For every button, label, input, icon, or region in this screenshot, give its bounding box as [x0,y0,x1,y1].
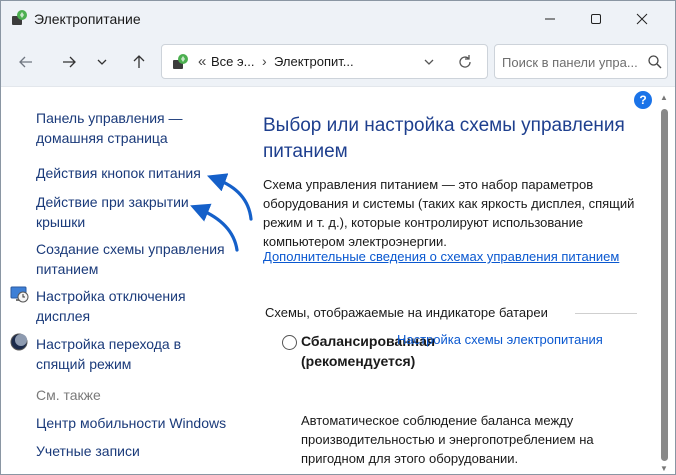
help-icon[interactable]: ? [634,91,652,109]
sidebar-link-sleep[interactable]: Настройка перехода в спящий режим [36,334,211,374]
window-title: Электропитание [34,11,141,27]
plan-description: Автоматическое соблюдение баланса между … [301,413,594,466]
more-info-link[interactable]: Дополнительные сведения о схемах управле… [263,249,643,265]
refresh-icon[interactable] [456,53,474,71]
maximize-button[interactable] [573,1,619,37]
see-also-link-user-accounts[interactable]: Учетные записи [36,441,140,461]
section-title: Схемы, отображаемые на индикаторе батаре… [265,305,548,320]
search-placeholder: Поиск в панели упра... [502,55,638,70]
back-button[interactable] [13,49,39,75]
maximize-icon [591,14,601,24]
moon-icon [10,333,28,351]
scrollbar[interactable]: ▲ ▼ [657,87,672,474]
sidebar-link-lid-close[interactable]: Действие при закрытии крышки [36,192,201,232]
plan-name[interactable]: Сбалансированная (рекомендуется) [301,331,435,371]
annotation-arrow-1 [207,173,253,221]
minimize-icon [545,18,555,20]
title-bar: Электропитание [1,1,675,37]
section-divider [575,313,637,314]
power-options-icon [173,54,188,69]
scroll-up-arrow[interactable]: ▲ [660,93,668,102]
chevron-down-icon[interactable] [422,54,436,70]
chevron-down-icon [97,59,107,65]
search-icon[interactable] [647,54,663,70]
sidebar-link-home[interactable]: Панель управления — домашняя страница [36,108,236,148]
sidebar-link-display-off[interactable]: Настройка отключения дисплея [36,286,221,326]
plan-radio-balanced[interactable] [282,335,297,350]
power-options-window: Электропитание « Все э... › Электропит..… [0,0,676,475]
minimize-button[interactable] [527,1,573,37]
back-arrow-icon [19,56,32,68]
address-bar[interactable]: « Все э... › Электропит... [161,44,488,79]
power-options-icon [12,10,27,25]
breadcrumb-item[interactable]: Все э... [211,54,254,69]
close-button[interactable] [619,1,665,37]
page-title: Выбор или настройка схемы управления пит… [263,115,625,162]
up-arrow-icon [133,55,145,68]
breadcrumb-separator[interactable]: › [262,53,267,69]
search-input[interactable]: Поиск в панели упра... [494,44,668,79]
breadcrumb-item[interactable]: Электропит... [274,54,354,69]
forward-arrow-icon [63,56,76,68]
close-icon [636,13,648,25]
up-button[interactable] [126,49,152,75]
see-also-link-mobility-center[interactable]: Центр мобильности Windows [36,413,226,433]
breadcrumb-overflow[interactable]: « [198,53,206,70]
forward-button[interactable] [56,49,82,75]
scroll-down-arrow[interactable]: ▼ [660,464,668,473]
see-also-heading: См. также [36,387,101,403]
scroll-thumb[interactable] [661,109,668,461]
navigation-bar: « Все э... › Электропит... Поиск в панел… [1,37,675,87]
recent-locations-button[interactable] [92,49,112,75]
content-area: ? Панель управления — домашняя страница … [1,87,675,474]
sidebar-link-power-buttons[interactable]: Действия кнопок питания [36,163,201,183]
plan-settings-link[interactable]: Настройка схемы электропитания [397,332,603,347]
sidebar-link-create-plan[interactable]: Создание схемы управления питанием [36,239,231,279]
page-description: Схема управления питанием — это набор па… [263,177,635,249]
display-clock-icon [10,286,29,303]
